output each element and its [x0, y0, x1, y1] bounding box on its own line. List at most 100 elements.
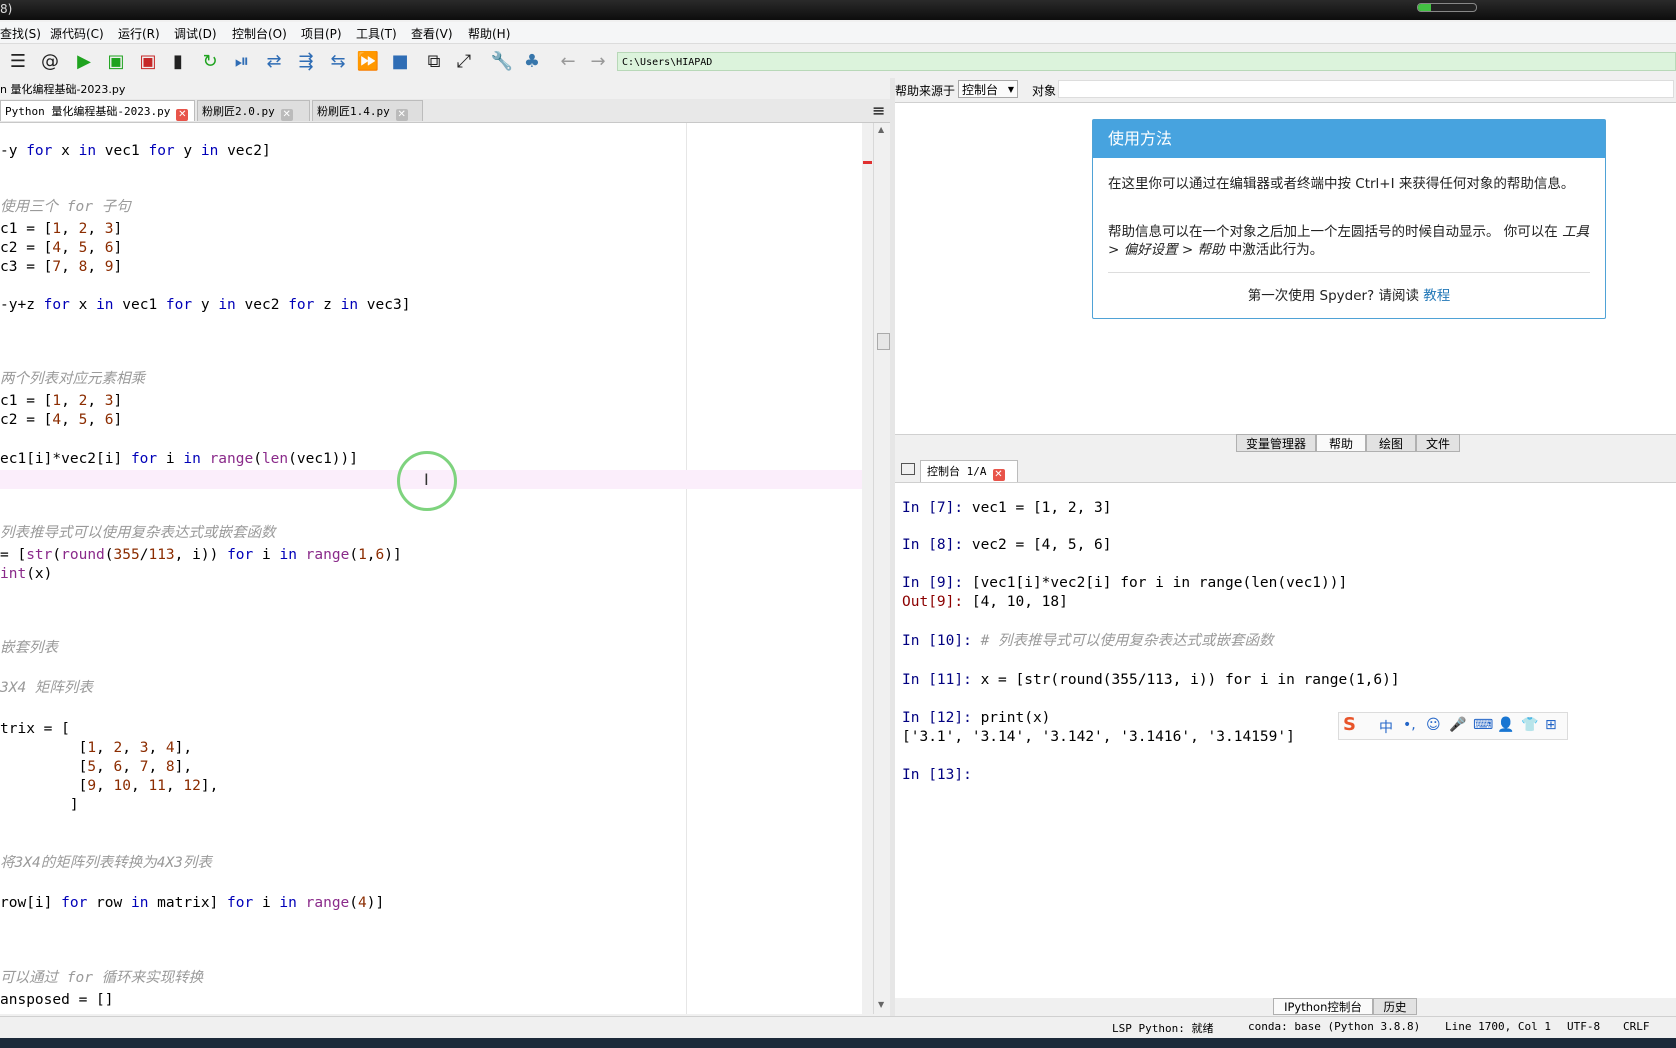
menu-project[interactable]: 项目(P)	[301, 25, 342, 42]
python-path-icon[interactable]: ♣	[520, 50, 544, 74]
step-return-icon[interactable]: ⇆	[326, 50, 350, 74]
line-endings: CRLF	[1623, 1020, 1650, 1033]
step-into-icon[interactable]: ⇶	[294, 50, 318, 74]
tab-help[interactable]: 帮助	[1316, 434, 1366, 452]
tutorial-link[interactable]: 教程	[1423, 288, 1450, 304]
code-line: int(x)	[0, 566, 53, 582]
code-line: = [str(round(355/113, i)) for i in range…	[0, 547, 402, 563]
prompt-in: In [13]:	[902, 767, 972, 783]
at-icon[interactable]: @	[38, 50, 62, 74]
outline-icon[interactable]: ☰	[6, 50, 30, 74]
code-comment: 列表推导式可以使用复杂表达式或嵌套函数	[0, 525, 276, 541]
menu-view[interactable]: 查看(V)	[411, 25, 453, 42]
os-taskbar	[0, 1038, 1676, 1048]
editor-tabbar: Python 量化编程基础-2023.py ✕ 粉刷匠2.0.py ✕ 粉刷匠1.4…	[0, 99, 893, 123]
editor-scrollbar[interactable]: ▲ ▼	[873, 123, 891, 1014]
scrollbar-thumb[interactable]	[877, 333, 890, 350]
menu-tools[interactable]: 工具(T)	[356, 25, 397, 42]
continue-icon[interactable]: ⏩	[356, 50, 380, 74]
stop-icon[interactable]: ■	[388, 50, 412, 74]
punct-icon[interactable]: •,	[1403, 717, 1416, 733]
close-icon[interactable]: ✕	[992, 469, 1005, 481]
close-icon[interactable]: ✕	[176, 109, 189, 121]
tab-file-fenshua14[interactable]: 粉刷匠1.4.py ✕	[312, 100, 423, 121]
menu-source[interactable]: 源代码(C)	[50, 25, 104, 42]
usage-para-2a: 帮助信息可以在一个对象之后加上一个左圆括号的时候自动显示。 你可以在	[1108, 224, 1563, 240]
menu-run[interactable]: 运行(R)	[118, 25, 160, 42]
browse-tabs-icon[interactable]	[901, 463, 915, 475]
console-code: x = [str(round(355/113, i)) for i in ran…	[971, 672, 1400, 688]
console-line: In [9]: [vec1[i]*vec2[i] for i in range(…	[902, 574, 1347, 593]
console-code: [vec1[i]*vec2[i] for i in range(len(vec1…	[963, 575, 1348, 591]
ime-mode[interactable]: 中	[1379, 717, 1393, 737]
lsp-status: LSP Python: 就绪	[1112, 1022, 1214, 1035]
help-source-select[interactable]: 控制台 ▼	[958, 80, 1018, 98]
run-selection-icon[interactable]: ▮	[166, 50, 190, 74]
user-icon[interactable]: 👤	[1497, 717, 1514, 733]
emoji-icon[interactable]: ☺	[1426, 717, 1441, 733]
run-cell-advance-icon[interactable]: ▣	[136, 50, 160, 74]
code-line: [9, 10, 11, 12],	[0, 778, 219, 794]
run-icon[interactable]: ▶	[72, 50, 96, 74]
scroll-up-icon[interactable]: ▲	[878, 125, 884, 134]
fullscreen-icon[interactable]: ⤢	[452, 50, 476, 74]
divider	[1108, 272, 1590, 273]
usage-footer: 第一次使用 Spyder? 请阅读 教程	[1093, 284, 1605, 304]
usage-para-2: 帮助信息可以在一个对象之后加上一个左圆括号的时候自动显示。 你可以在 工具 > …	[1108, 223, 1590, 259]
prompt-in: In [8]:	[902, 537, 964, 553]
close-icon[interactable]: ✕	[395, 109, 408, 121]
code-comment: 使用三个 for 子句	[0, 199, 131, 215]
close-icon[interactable]: ✕	[280, 109, 293, 121]
forward-icon[interactable]: →	[586, 50, 610, 74]
help-toolbar: 帮助来源于 控制台 ▼ 对象	[895, 78, 1676, 102]
help-object-label: 对象	[1032, 84, 1057, 98]
tab-variable-explorer[interactable]: 变量管理器	[1236, 434, 1316, 452]
console-bottom-tabs: IPython控制台 历史	[895, 998, 1676, 1016]
text-cursor-icon: I	[424, 470, 429, 489]
prompt-in: In [7]:	[902, 500, 964, 516]
console-line: In [11]: x = [str(round(355/113, i)) for…	[902, 671, 1400, 690]
help-source-value: 控制台	[962, 83, 999, 97]
menu-help[interactable]: 帮助(H)	[468, 25, 510, 42]
usage-box-title: 使用方法	[1093, 120, 1605, 158]
usage-para-1: 在这里你可以通过在编辑器或者终端中按 Ctrl+I 来获得任何对象的帮助信息。	[1108, 176, 1575, 192]
usage-footer-text: 第一次使用 Spyder? 请阅读	[1247, 288, 1424, 304]
options-menu-icon[interactable]: ≡	[872, 101, 885, 120]
tab-history[interactable]: 历史	[1373, 998, 1417, 1015]
ipython-console[interactable]: In [7]: vec1 = [1, 2, 3] In [8]: vec2 = …	[895, 483, 1676, 998]
tab-ipython-console[interactable]: IPython控制台	[1273, 998, 1373, 1015]
code-line: c2 = [4, 5, 6]	[0, 240, 123, 256]
menu-debug[interactable]: 调试(D)	[174, 25, 217, 42]
apps-icon[interactable]: ⊞	[1545, 717, 1557, 733]
code-editor[interactable]: -y for x in vec1 for y in vec2] 使用三个 for…	[0, 123, 862, 1014]
rerun-icon[interactable]: ↻	[198, 50, 222, 74]
step-icon[interactable]: ⇄	[262, 50, 286, 74]
menu-search[interactable]: 查找(S)	[0, 25, 41, 42]
code-line: ec1[i]*vec2[i] for i in range(len(vec1))…	[0, 451, 358, 467]
prompt-in: In [9]:	[902, 575, 964, 591]
keyboard-icon[interactable]: ⌨	[1473, 717, 1493, 733]
maximize-pane-icon[interactable]: ⧉	[422, 50, 446, 74]
scroll-down-icon[interactable]: ▼	[878, 1000, 884, 1009]
sogou-logo-icon[interactable]: S	[1343, 714, 1356, 735]
tab-file-fenshua2[interactable]: 粉刷匠2.0.py ✕	[197, 100, 310, 121]
mic-icon[interactable]: 🎤	[1449, 717, 1466, 733]
code-comment: 嵌套列表	[0, 640, 58, 656]
back-icon[interactable]: ←	[556, 50, 580, 74]
error-marker	[863, 161, 872, 164]
prompt-in: In [12]:	[902, 710, 972, 726]
skin-icon[interactable]: 👕	[1521, 717, 1538, 733]
tab-console-1a[interactable]: 控制台 1/A ✕	[920, 460, 1018, 482]
console-line: In [13]:	[902, 766, 972, 785]
preferences-icon[interactable]: 🔧	[490, 50, 514, 74]
tab-plots[interactable]: 绘图	[1366, 434, 1416, 452]
debug-icon[interactable]: ⏯	[230, 50, 254, 74]
menu-console[interactable]: 控制台(O)	[232, 25, 287, 42]
working-directory-input[interactable]: C:\Users\HIAPAD	[617, 52, 1676, 71]
help-object-input[interactable]	[1058, 80, 1674, 98]
tab-files[interactable]: 文件	[1416, 434, 1460, 452]
run-cell-icon[interactable]: ▣	[104, 50, 128, 74]
console-output: [4, 10, 18]	[963, 594, 1068, 610]
tab-file-main[interactable]: Python 量化编程基础-2023.py ✕	[0, 100, 195, 121]
title-bar: 8)	[0, 0, 1676, 20]
